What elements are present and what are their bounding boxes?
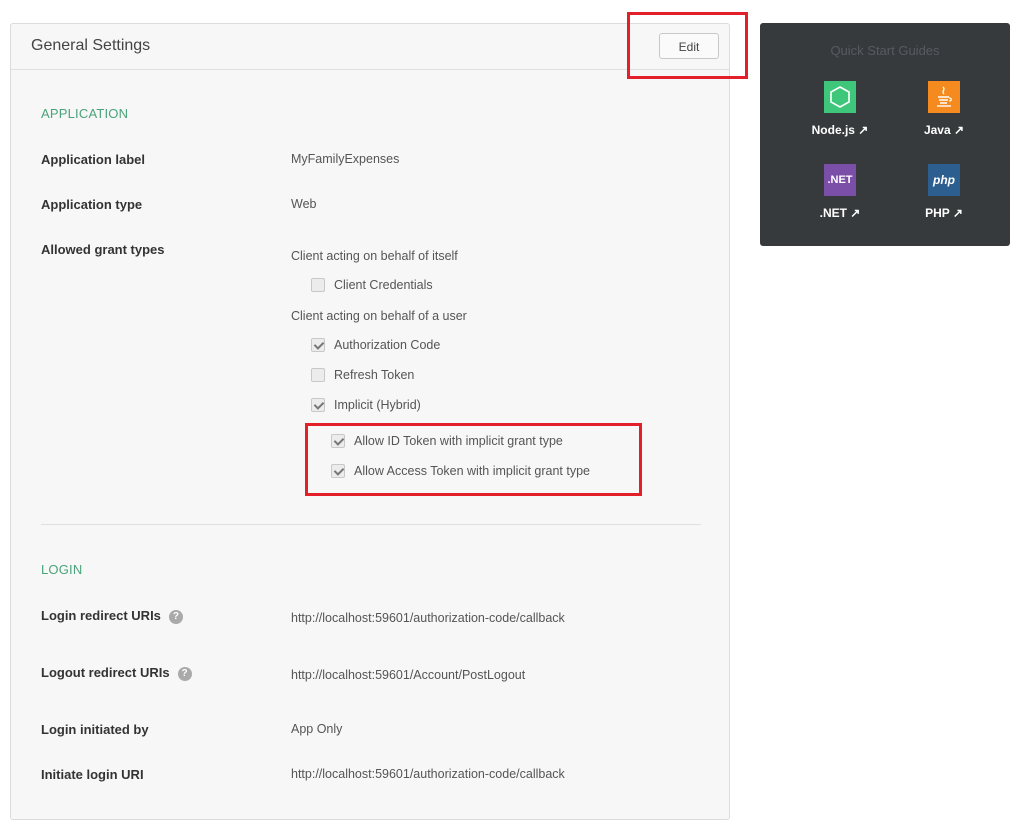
logout-redirect-uris-value: http://localhost:59601/Account/PostLogou… <box>291 668 526 682</box>
initiate-login-uri-label: Initiate login URI <box>41 767 144 782</box>
application-section-title: APPLICATION <box>41 106 129 121</box>
application-type-label: Application type <box>41 197 143 212</box>
login-initiated-by-label: Login initiated by <box>41 722 149 737</box>
quick-start-title: Quick Start Guides <box>830 43 940 58</box>
application-label-value: MyFamilyExpenses <box>291 152 400 166</box>
login-redirect-uris-value: http://localhost:59601/authorization-cod… <box>291 611 565 625</box>
nodejs-label: Node.js ↗ <box>811 123 869 137</box>
login-redirect-uris-label: Login redirect URIs? <box>41 608 183 624</box>
application-label-label: Application label <box>41 152 146 167</box>
implicit-label: Implicit (Hybrid) <box>334 398 421 412</box>
application-type-value: Web <box>291 197 317 211</box>
java-icon <box>928 81 960 113</box>
client-credentials-checkbox[interactable] <box>311 278 325 292</box>
php-label: PHP ↗ <box>925 206 963 220</box>
authorization-code-checkbox[interactable] <box>311 338 325 352</box>
client-user-heading: Client acting on behalf of a user <box>291 309 467 323</box>
general-settings-panel: General Settings Edit APPLICATION Applic… <box>10 23 730 820</box>
initiate-login-uri-value: http://localhost:59601/authorization-cod… <box>291 767 565 781</box>
quick-start-php[interactable]: php PHP ↗ <box>904 164 984 220</box>
dotnet-icon: .NET <box>824 164 856 196</box>
client-credentials-option[interactable]: Client Credentials <box>311 278 433 292</box>
php-icon: php <box>928 164 960 196</box>
logout-redirect-uris-label: Logout redirect URIs? <box>41 665 192 681</box>
java-label: Java ↗ <box>923 123 965 137</box>
logout-redirect-uris-text: Logout redirect URIs <box>41 665 170 680</box>
help-icon[interactable]: ? <box>177 666 192 681</box>
client-self-heading: Client acting on behalf of itself <box>291 249 458 263</box>
help-icon[interactable]: ? <box>168 609 183 624</box>
login-redirect-uris-text: Login redirect URIs <box>41 608 161 623</box>
quick-start-java[interactable]: Java ↗ <box>904 81 984 137</box>
panel-header: General Settings Edit <box>11 24 729 70</box>
section-divider <box>41 524 701 525</box>
implicit-options-highlight-box <box>305 423 642 496</box>
nodejs-icon <box>824 81 856 113</box>
implicit-option[interactable]: Implicit (Hybrid) <box>311 398 421 412</box>
client-credentials-label: Client Credentials <box>334 278 433 292</box>
login-initiated-by-value: App Only <box>291 722 343 736</box>
allowed-grant-types-label: Allowed grant types <box>41 242 165 257</box>
quick-start-dotnet[interactable]: .NET .NET ↗ <box>800 164 880 220</box>
dotnet-label: .NET ↗ <box>819 206 861 220</box>
quick-start-nodejs[interactable]: Node.js ↗ <box>800 81 880 137</box>
implicit-checkbox[interactable] <box>311 398 325 412</box>
edit-highlight-box <box>627 12 748 79</box>
login-section-title: LOGIN <box>41 562 83 577</box>
refresh-token-label: Refresh Token <box>334 368 415 382</box>
panel-title: General Settings <box>31 37 151 54</box>
authorization-code-label: Authorization Code <box>334 338 441 352</box>
authorization-code-option[interactable]: Authorization Code <box>311 338 440 352</box>
quick-start-guides-panel: Quick Start Guides Node.js ↗ Java ↗ .NET… <box>760 23 1010 246</box>
refresh-token-option[interactable]: Refresh Token <box>311 368 414 382</box>
refresh-token-checkbox[interactable] <box>311 368 325 382</box>
